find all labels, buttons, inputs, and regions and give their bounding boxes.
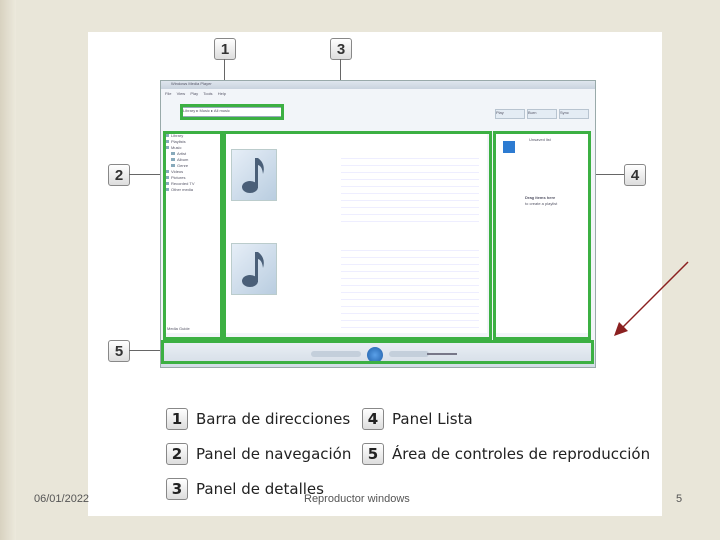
callout-4: 4: [624, 164, 646, 186]
callout-1: 1: [214, 38, 236, 60]
legend-item-2: 2 Panel de navegación: [166, 443, 351, 465]
menu-tools[interactable]: Tools: [203, 91, 212, 96]
menu-view[interactable]: View: [177, 91, 186, 96]
highlight-playback-controls: [161, 340, 594, 364]
legend-label: Panel Lista: [392, 410, 473, 428]
legend-number: 2: [166, 443, 188, 465]
pointer-arrow: [614, 261, 689, 336]
legend-number: 5: [362, 443, 384, 465]
legend-number: 3: [166, 478, 188, 500]
callout-5: 5: [108, 340, 130, 362]
legend-label: Barra de direcciones: [196, 410, 351, 428]
callout-3: 3: [330, 38, 352, 60]
wmp-window: Windows Media Player File View Play Tool…: [160, 80, 596, 368]
tab-sync[interactable]: Sync: [559, 109, 589, 119]
highlight-navigation-pane: [163, 131, 223, 340]
legend-item-1: 1 Barra de direcciones: [166, 408, 350, 430]
legend-number: 4: [362, 408, 384, 430]
legend-label: Área de controles de reproducción: [392, 445, 651, 463]
menu-play[interactable]: Play: [190, 91, 198, 96]
legend-label: Panel de navegación: [196, 445, 352, 463]
footer-date: 06/01/2022: [34, 493, 90, 505]
legend-item-4: 4 Panel Lista: [362, 408, 473, 430]
highlight-address-bar: [180, 104, 284, 120]
wmp-menu-bar: File View Play Tools Help: [161, 91, 595, 98]
legend-item-5: 5 Área de controles de reproducción: [362, 443, 650, 465]
tab-burn[interactable]: Burn: [527, 109, 557, 119]
legend-item-3: 3 Panel de detalles: [166, 478, 324, 500]
menu-help[interactable]: Help: [218, 91, 226, 96]
menu-file[interactable]: File: [165, 91, 171, 96]
highlight-details-pane: [223, 131, 492, 340]
callout-2: 2: [108, 164, 130, 186]
left-decor-stripe: [0, 0, 16, 540]
slide: 1 3 2 4 5 Windows Media Player File View…: [0, 0, 720, 540]
wmp-tabs: Play Burn Sync: [495, 109, 589, 119]
footer-page-number: 5: [676, 493, 683, 505]
highlight-list-pane: [493, 131, 591, 340]
footer-title: Reproductor windows: [304, 493, 410, 505]
wmp-title-bar: Windows Media Player: [161, 81, 595, 89]
legend-number: 1: [166, 408, 188, 430]
tab-play[interactable]: Play: [495, 109, 525, 119]
